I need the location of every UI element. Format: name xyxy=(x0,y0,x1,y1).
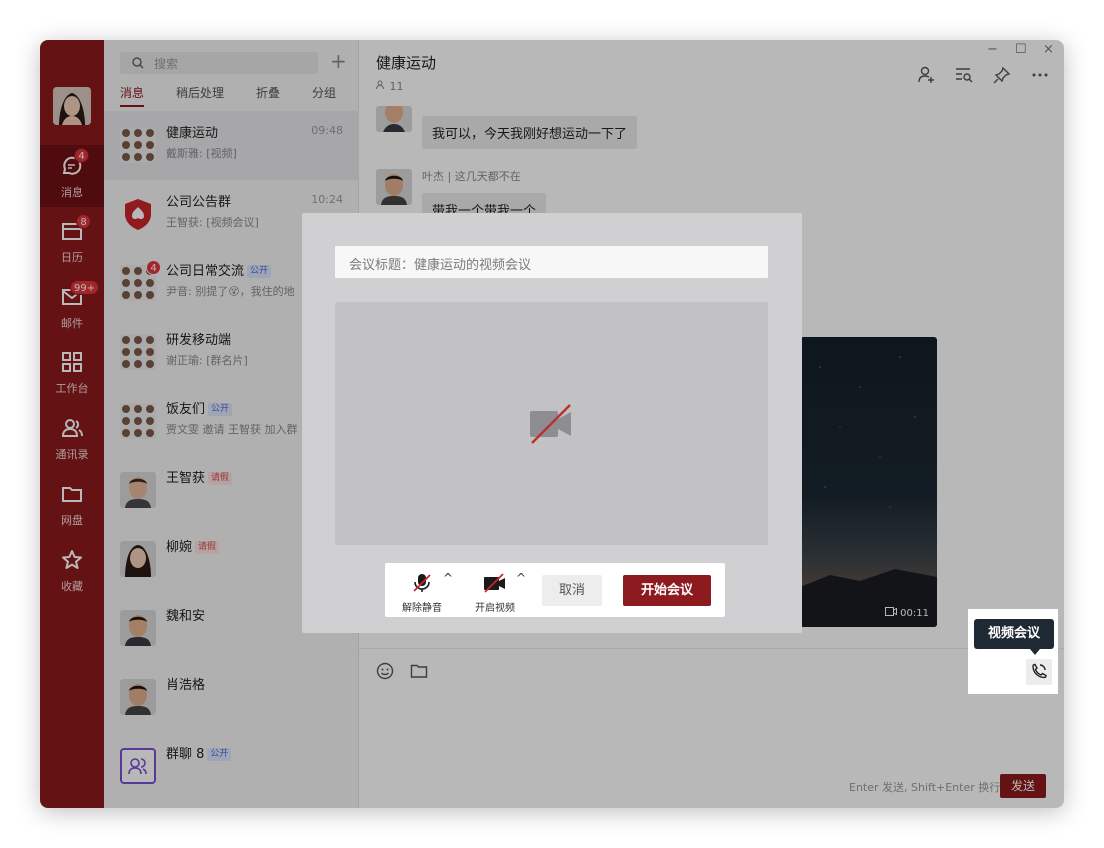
meeting-title-text: 会议标题：健康运动的视频会议 xyxy=(349,258,532,273)
mic-options-caret[interactable]: ^ xyxy=(443,571,453,585)
start-video-label: 开启视频 xyxy=(475,603,515,614)
meeting-controls: ^ 解除静音 ^ 开启视频 取消 开始会议 xyxy=(385,563,725,617)
video-meeting-hint: 视频会议 xyxy=(968,609,1058,694)
tooltip-arrow xyxy=(1030,649,1040,655)
mic-muted-icon[interactable] xyxy=(411,572,433,594)
video-off-icon[interactable] xyxy=(483,572,507,594)
unmute-label: 解除静音 xyxy=(402,603,442,614)
video-meeting-button[interactable] xyxy=(1026,659,1052,685)
phone-video-icon xyxy=(1032,663,1047,679)
camera-off-icon xyxy=(530,404,571,444)
video-options-caret[interactable]: ^ xyxy=(516,571,526,585)
video-meeting-dialog: 会议标题：健康运动的视频会议 ^ 解除静音 ^ 开启视频 取消 开始会议 xyxy=(302,213,802,633)
meeting-title-field[interactable]: 会议标题：健康运动的视频会议 xyxy=(335,246,768,278)
cancel-button[interactable]: 取消 xyxy=(542,575,602,606)
tooltip: 视频会议 xyxy=(974,619,1054,649)
app-window: 4 消息 8 日历 99+ 邮件 工作台 通讯录 网盘 收藏 搜索 + 消息 稍… xyxy=(40,40,1064,808)
start-meeting-button[interactable]: 开始会议 xyxy=(623,575,711,606)
camera-preview xyxy=(335,302,768,545)
